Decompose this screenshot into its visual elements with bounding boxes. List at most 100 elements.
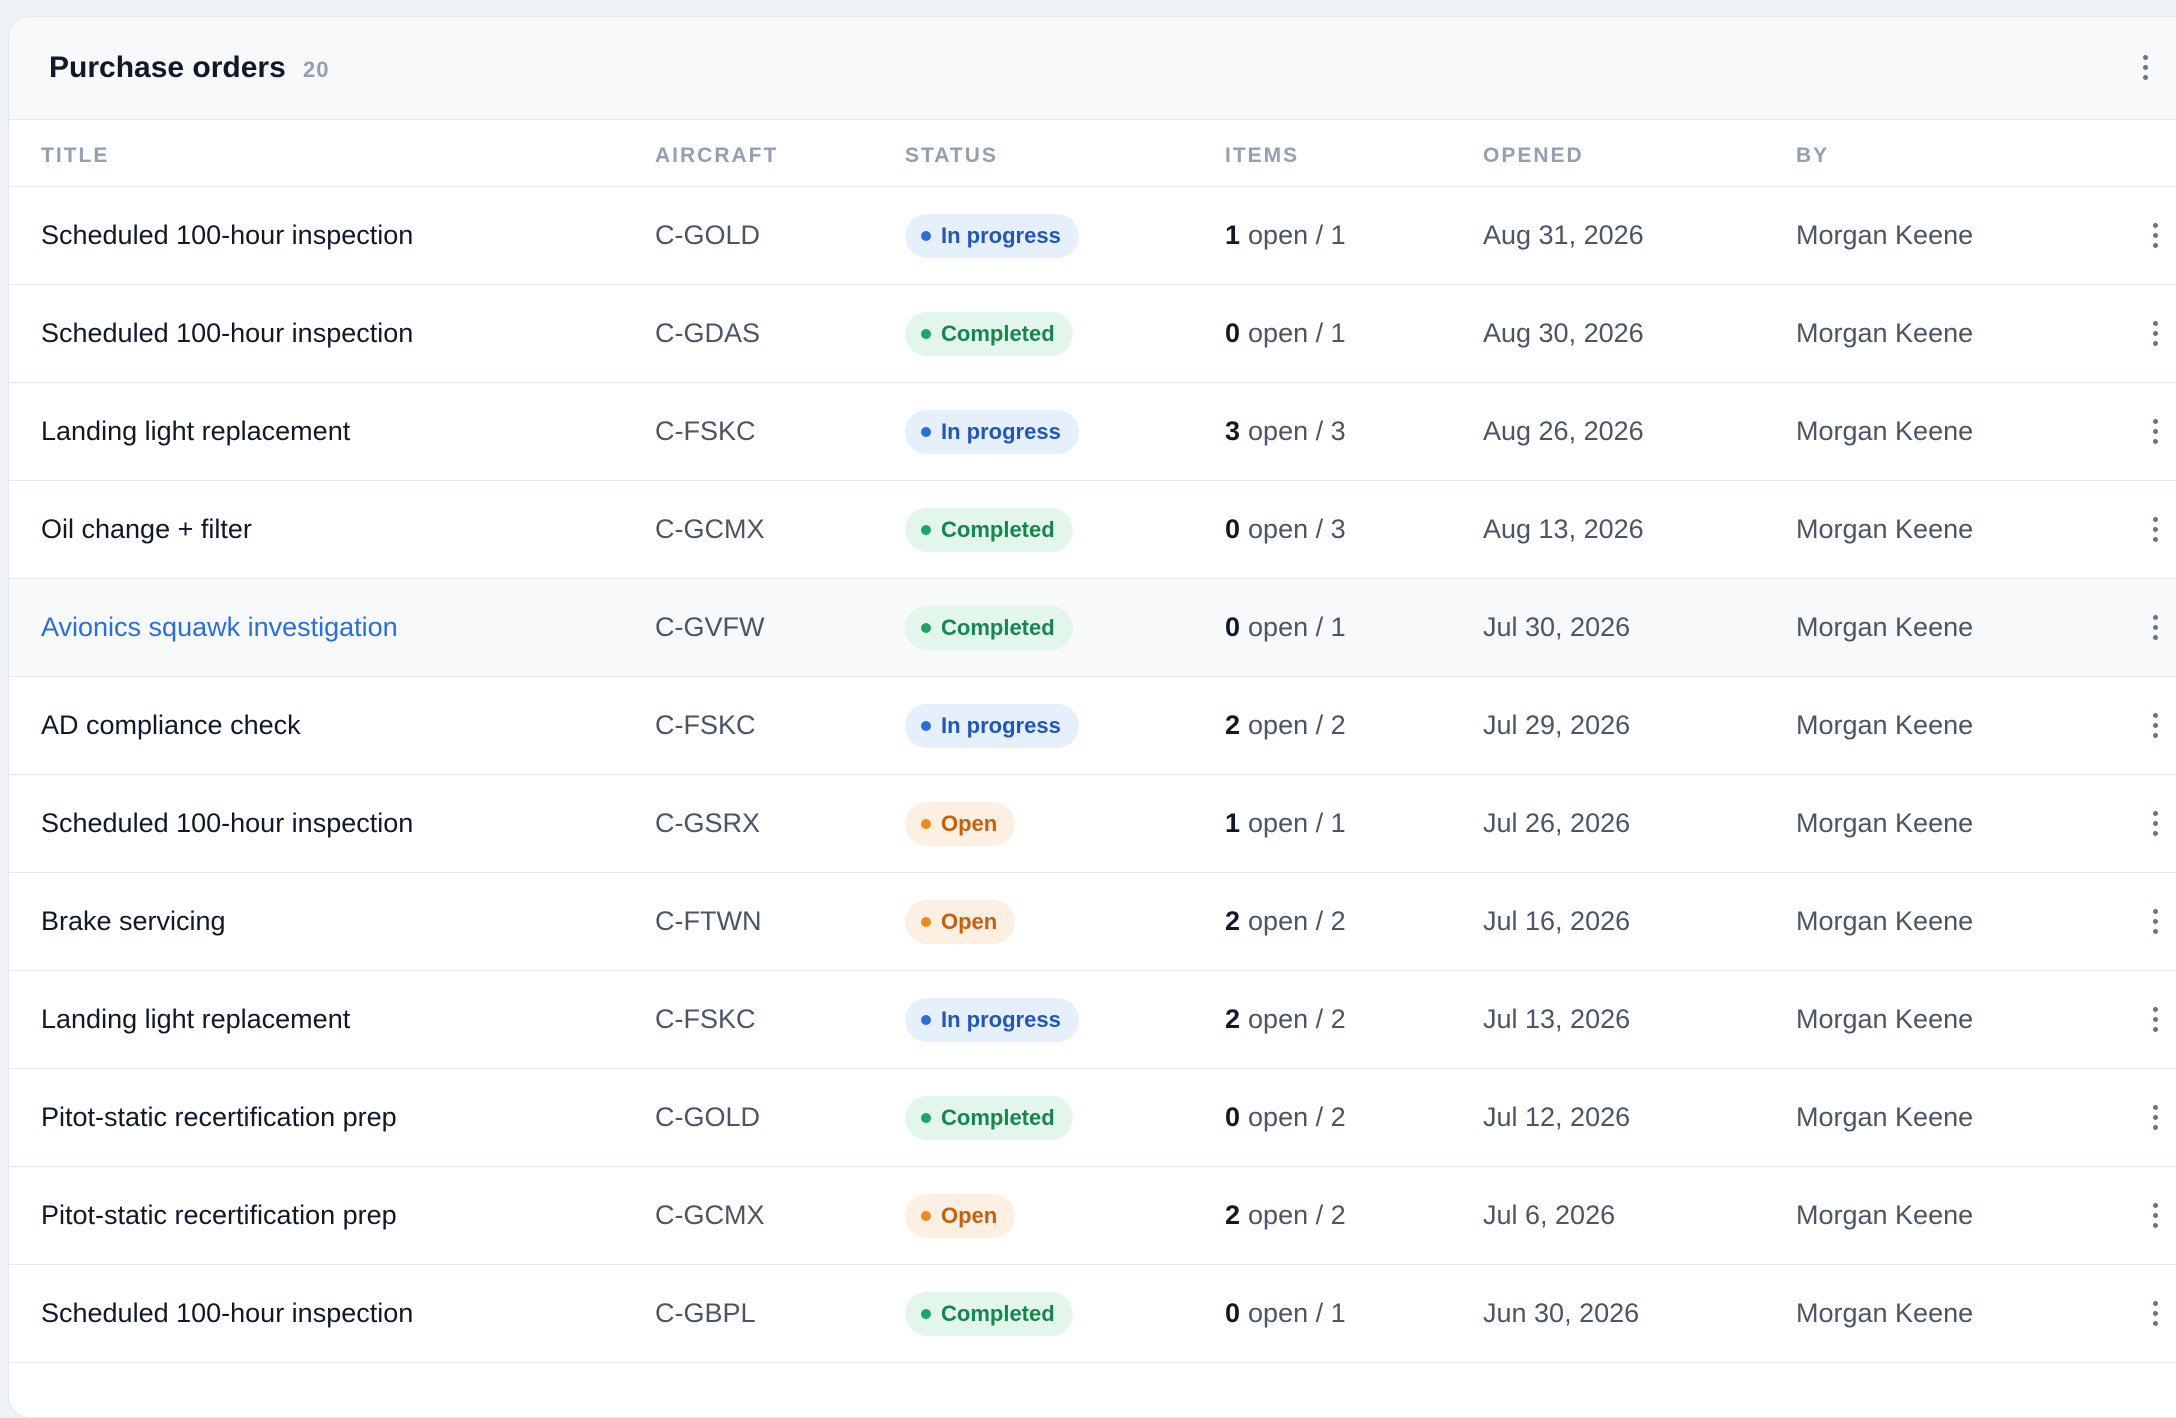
status-badge: Completed <box>905 507 1073 552</box>
order-title: Pitot-static recertification prep <box>41 1200 397 1230</box>
created-by-cell: Morgan Keene <box>1796 187 1973 284</box>
status-dot-icon <box>921 328 931 339</box>
table-row[interactable]: AD compliance check C-FSKC In progress 2 ope… <box>9 677 2176 775</box>
table-row[interactable]: Landing light replacement C-FSKC In progre… <box>9 971 2176 1069</box>
column-header-items[interactable]: ITEMS <box>1225 144 1299 168</box>
opened-date: Jul 30, 2026 <box>1483 612 1631 642</box>
created-by-cell: Morgan Keene <box>1796 873 1973 970</box>
items-cell: 0 open / 1 <box>1225 285 1346 382</box>
order-title: Scheduled 100-hour inspection <box>41 808 414 838</box>
created-by-cell: Morgan Keene <box>1796 383 1973 480</box>
table-row[interactable]: Oil change + filter C-GCMX Completed 0 open … <box>9 481 2176 579</box>
created-by: Morgan Keene <box>1796 1298 1974 1328</box>
row-more-menu-button[interactable] <box>2143 383 2167 480</box>
order-title-link[interactable]: Oil change + filter <box>41 481 252 578</box>
created-by: Morgan Keene <box>1796 808 1974 838</box>
items-total: open / 2 <box>1248 906 1346 936</box>
opened-date: Aug 30, 2026 <box>1483 318 1644 348</box>
status-label: In progress <box>941 712 1061 738</box>
status-cell: Open <box>905 775 1016 872</box>
status-cell: Open <box>905 873 1016 970</box>
opened-date: Aug 31, 2026 <box>1483 220 1644 250</box>
row-more-menu-button[interactable] <box>2143 187 2167 284</box>
column-header-title[interactable]: TITLE <box>41 144 109 168</box>
opened-date: Jul 16, 2026 <box>1483 906 1631 936</box>
created-by: Morgan Keene <box>1796 318 1974 348</box>
order-title-link[interactable]: Landing light replacement <box>41 383 350 480</box>
aircraft-cell: C-GCMX <box>655 1167 765 1264</box>
table-row[interactable]: Scheduled 100-hour inspection C-GOLD In pr… <box>9 187 2176 285</box>
more-vertical-icon <box>2143 1002 2167 1038</box>
row-more-menu-button[interactable] <box>2143 1265 2167 1362</box>
status-cell: In progress <box>905 971 1079 1068</box>
items-total: open / 1 <box>1248 808 1346 838</box>
more-vertical-icon <box>2133 49 2157 85</box>
table-row[interactable]: Brake servicing C-FTWN Open 2 open / 2 Jul 16… <box>9 873 2176 971</box>
items-total: open / 1 <box>1248 1298 1346 1328</box>
row-more-menu-button[interactable] <box>2143 677 2167 774</box>
table-row[interactable]: Scheduled 100-hour inspection C-GSRX Open 1… <box>9 775 2176 873</box>
status-badge: Completed <box>905 605 1073 650</box>
more-vertical-icon <box>2143 414 2167 450</box>
order-title: Brake servicing <box>41 906 226 936</box>
table-row[interactable]: Landing light replacement C-FSKC In progre… <box>9 383 2176 481</box>
panel-header: Purchase orders 20 <box>9 17 2176 120</box>
order-title-link[interactable]: Scheduled 100-hour inspection <box>41 775 413 872</box>
row-more-menu-button[interactable] <box>2143 481 2167 578</box>
order-title-link[interactable]: Scheduled 100-hour inspection <box>41 285 413 382</box>
column-header-opened[interactable]: OPENED <box>1483 144 1584 168</box>
status-badge: Open <box>905 899 1016 944</box>
table-row[interactable]: Avionics squawk investigation C-GVFW Compl… <box>9 579 2176 677</box>
order-title: Avionics squawk investigation <box>41 612 398 642</box>
items-total: open / 3 <box>1248 514 1346 544</box>
order-title-link[interactable]: Pitot-static recertification prep <box>41 1167 397 1264</box>
status-cell: Completed <box>905 481 1073 578</box>
status-label: Completed <box>941 1300 1055 1326</box>
aircraft-cell: C-GBPL <box>655 1265 756 1362</box>
row-more-menu-button[interactable] <box>2143 285 2167 382</box>
more-vertical-icon <box>2143 218 2167 254</box>
row-more-menu-button[interactable] <box>2143 1167 2167 1264</box>
row-more-menu-button[interactable] <box>2143 579 2167 676</box>
aircraft-registration: C-GDAS <box>655 318 761 348</box>
column-header-aircraft[interactable]: AIRCRAFT <box>655 144 778 168</box>
more-vertical-icon <box>2143 610 2167 646</box>
table-row[interactable]: Scheduled 100-hour inspection C-GDAS Compl… <box>9 285 2176 383</box>
status-badge: In progress <box>905 213 1079 258</box>
status-badge: In progress <box>905 997 1079 1042</box>
order-title-link[interactable]: Landing light replacement <box>41 971 350 1068</box>
table-row[interactable]: Pitot-static recertification prep C-GCMX O… <box>9 1167 2176 1265</box>
column-header-status[interactable]: STATUS <box>905 144 998 168</box>
table-row[interactable]: Pitot-static recertification prep C-GOLD C… <box>9 1069 2176 1167</box>
status-badge: In progress <box>905 409 1079 454</box>
opened-date-cell: Aug 26, 2026 <box>1483 383 1644 480</box>
row-more-menu-button[interactable] <box>2143 775 2167 872</box>
status-cell: In progress <box>905 677 1079 774</box>
items-open-count: 2 <box>1225 1200 1241 1230</box>
status-dot-icon <box>921 230 931 241</box>
purchase-orders-panel: Purchase orders 20 TITLE AIRCRAFT STATUS… <box>8 16 2176 1418</box>
status-badge: In progress <box>905 703 1079 748</box>
order-title-link[interactable]: Scheduled 100-hour inspection <box>41 187 413 284</box>
status-dot-icon <box>921 916 931 927</box>
order-title-link[interactable]: Brake servicing <box>41 873 226 970</box>
items-open-count: 3 <box>1225 416 1241 446</box>
row-more-menu-button[interactable] <box>2143 873 2167 970</box>
items-open-count: 2 <box>1225 1004 1241 1034</box>
panel-more-menu-button[interactable] <box>2133 49 2157 85</box>
more-vertical-icon <box>2143 1296 2167 1332</box>
opened-date-cell: Jul 29, 2026 <box>1483 677 1630 774</box>
row-more-menu-button[interactable] <box>2143 1069 2167 1166</box>
status-dot-icon <box>921 1308 931 1319</box>
aircraft-registration: C-FSKC <box>655 710 756 740</box>
order-title-link[interactable]: Pitot-static recertification prep <box>41 1069 397 1166</box>
items-cell: 2 open / 2 <box>1225 971 1346 1068</box>
column-header-by[interactable]: BY <box>1796 144 1829 168</box>
order-title-link[interactable]: Scheduled 100-hour inspection <box>41 1265 413 1362</box>
items-open-count: 0 <box>1225 1102 1241 1132</box>
table-row[interactable]: Scheduled 100-hour inspection C-GBPL Compl… <box>9 1265 2176 1363</box>
order-title-link[interactable]: Avionics squawk investigation <box>41 579 398 676</box>
row-more-menu-button[interactable] <box>2143 971 2167 1068</box>
opened-date: Jul 13, 2026 <box>1483 1004 1631 1034</box>
order-title-link[interactable]: AD compliance check <box>41 677 301 774</box>
